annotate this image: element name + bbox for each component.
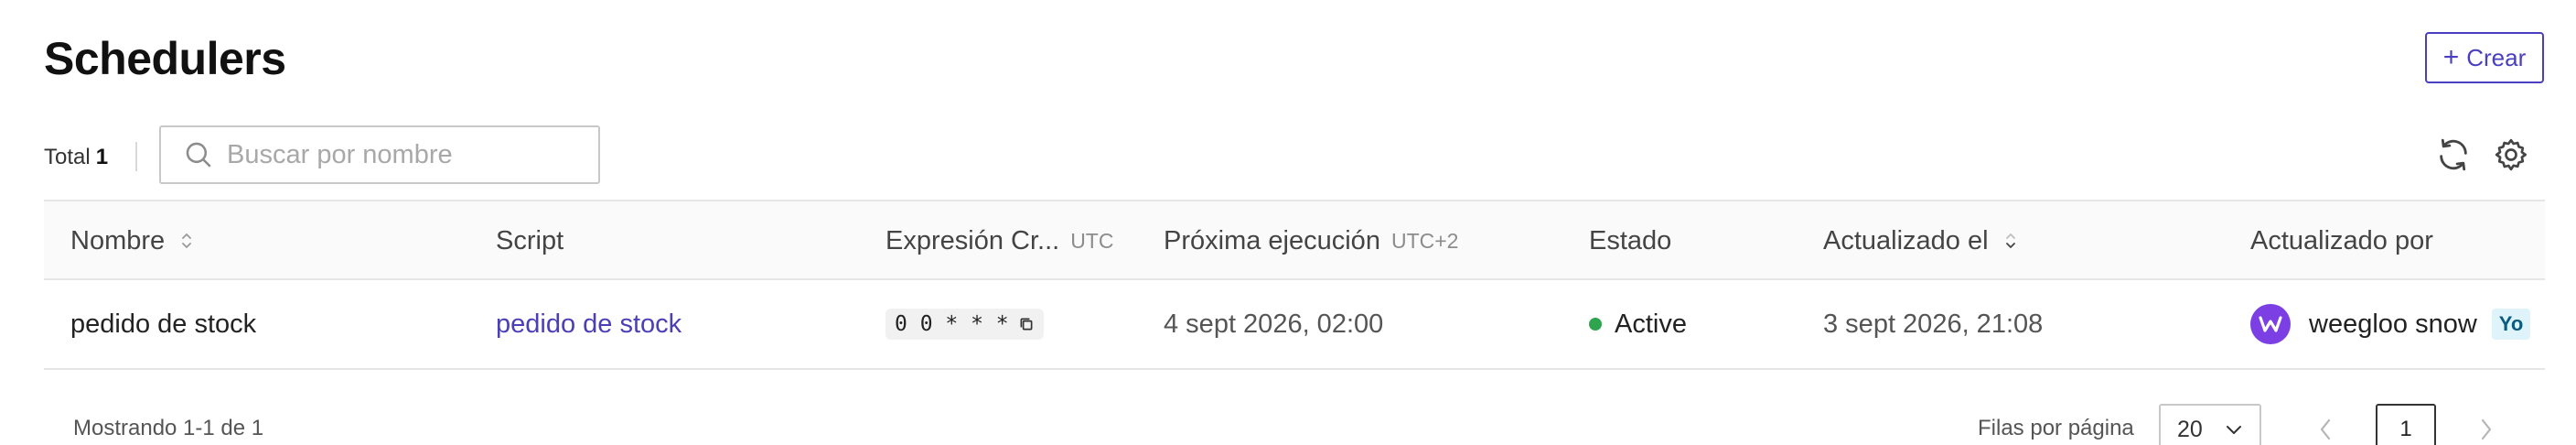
cron-expression: 0 0 * * *	[886, 309, 1044, 340]
cell-cron: 0 0 * * *	[886, 280, 1044, 368]
cell-updated-by: weegloo snow Yo	[2250, 280, 2531, 368]
status-dot	[1589, 318, 1602, 331]
sort-desc-icon[interactable]	[2003, 230, 2018, 252]
column-script-label: Script	[496, 225, 564, 255]
cell-next-run: 4 sept 2026, 02:00	[1164, 309, 1384, 339]
create-button[interactable]: + Crear	[2425, 32, 2544, 83]
total-count: Total 1	[44, 141, 108, 174]
column-updated-by-label: Actualizado por	[2250, 225, 2433, 255]
refresh-icon[interactable]	[2435, 136, 2472, 173]
rows-per-page-label: Filas por página	[1978, 416, 2134, 440]
search-box[interactable]	[159, 125, 600, 184]
avatar	[2250, 304, 2291, 344]
table-header: Nombre Script Expresión Cr... UTC Próxim…	[44, 200, 2545, 280]
column-next-run-label: Próxima ejecución	[1164, 225, 1380, 255]
chevron-right-icon[interactable]	[2475, 414, 2497, 445]
toolbar-divider	[135, 142, 137, 171]
column-header-updated-by: Actualizado por	[2250, 201, 2433, 280]
column-updated-at-label: Actualizado el	[1823, 225, 1989, 255]
you-badge: Yo	[2491, 309, 2531, 340]
cell-name: pedido de stock	[70, 309, 257, 339]
updated-by-name: weegloo snow	[2309, 309, 2477, 339]
chevron-down-icon	[2227, 426, 2241, 434]
page-title: Schedulers	[44, 33, 286, 84]
column-status-label: Estado	[1589, 225, 1672, 255]
column-header-status: Estado	[1589, 201, 1671, 280]
column-header-updated-at[interactable]: Actualizado el	[1823, 201, 2018, 280]
column-header-script: Script	[496, 201, 564, 280]
gear-icon[interactable]	[2493, 136, 2529, 173]
avatar-logo-icon	[2259, 316, 2282, 332]
schedulers-page: Schedulers + Crear Total1 Nombre	[0, 0, 2576, 445]
script-link[interactable]: pedido de stock	[496, 280, 682, 368]
rows-per-page-value: 20	[2177, 416, 2203, 442]
plus-icon: +	[2442, 42, 2460, 72]
pagination-summary: Mostrando 1-1 de 1	[73, 416, 264, 440]
copy-icon[interactable]	[1018, 316, 1035, 332]
page-button-current[interactable]: 1	[2376, 404, 2436, 445]
rows-per-page-select[interactable]: 20	[2159, 404, 2261, 445]
create-button-label: Crear	[2466, 43, 2527, 71]
search-icon	[186, 142, 211, 168]
total-value: 1	[95, 145, 109, 169]
schedulers-table: Nombre Script Expresión Cr... UTC Próxim…	[44, 200, 2545, 370]
cron-timezone: UTC	[1070, 228, 1114, 253]
next-run-timezone: UTC+2	[1390, 228, 1459, 253]
search-input[interactable]	[227, 139, 574, 170]
column-header-next-run: Próxima ejecución UTC+2	[1164, 201, 1458, 280]
column-header-cron: Expresión Cr... UTC	[886, 201, 1113, 280]
column-cron-label: Expresión Cr...	[886, 225, 1060, 255]
status-label: Active	[1615, 309, 1687, 339]
cron-value: 0 0 * * *	[895, 312, 1009, 336]
column-name-label: Nombre	[70, 225, 166, 255]
sort-icon[interactable]	[179, 230, 194, 252]
cell-updated-at: 3 sept 2026, 21:08	[1823, 309, 2044, 339]
column-header-name[interactable]: Nombre	[70, 201, 194, 280]
chevron-left-icon[interactable]	[2314, 414, 2336, 445]
table-row[interactable]: pedido de stock pedido de stock 0 0 * * …	[44, 280, 2545, 370]
total-label: Total	[44, 145, 91, 169]
status-badge: Active	[1589, 280, 1687, 368]
